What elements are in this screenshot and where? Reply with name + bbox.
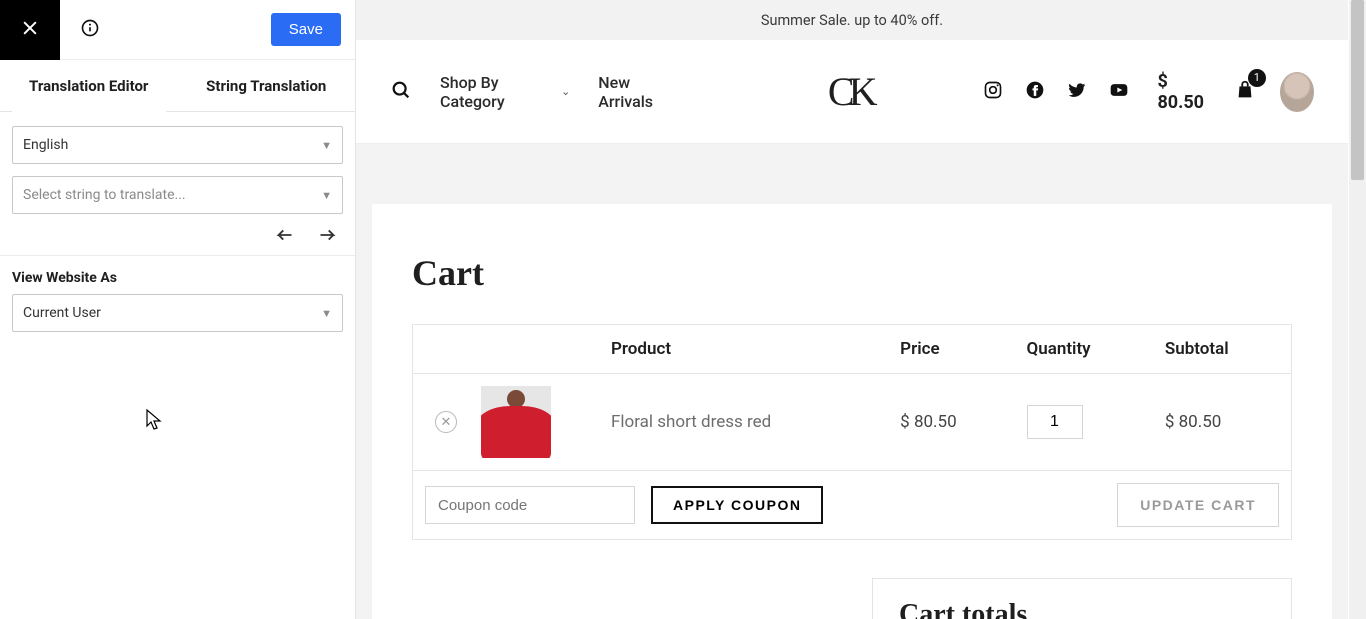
cart-button[interactable]: 1: [1234, 79, 1256, 105]
site-preview: Summer Sale. up to 40% off. Shop By Cate…: [356, 0, 1366, 619]
site-header: Shop By Category ⌄ New Arrivals CK $ 80.…: [356, 40, 1348, 144]
avatar[interactable]: [1280, 72, 1314, 112]
search-button[interactable]: [390, 79, 412, 104]
close-icon: [20, 18, 40, 42]
cart-badge: 1: [1248, 69, 1266, 87]
coupon-input[interactable]: [425, 486, 635, 524]
search-icon: [390, 89, 412, 104]
nav-new-arrivals[interactable]: New Arrivals: [598, 73, 680, 111]
quantity-input[interactable]: [1027, 405, 1083, 439]
bag-icon: [1234, 86, 1256, 105]
apply-coupon-button[interactable]: APPLY COUPON: [651, 486, 823, 524]
youtube-icon: [1109, 88, 1129, 103]
close-icon: ✕: [441, 414, 452, 430]
view-as-select[interactable]: Current User ▼: [12, 294, 343, 332]
col-product: Product: [599, 325, 888, 374]
page-title: Cart: [412, 252, 1292, 294]
tab-string-translation[interactable]: String Translation: [178, 60, 356, 111]
tab-label: String Translation: [206, 77, 326, 95]
info-button[interactable]: [60, 18, 120, 42]
chevron-down-icon: ⌄: [561, 85, 570, 98]
string-placeholder: Select string to translate...: [23, 187, 186, 203]
view-as-value: Current User: [23, 305, 101, 321]
undo-button[interactable]: [275, 226, 297, 247]
facebook-link[interactable]: [1025, 80, 1045, 103]
product-thumbnail[interactable]: [481, 386, 551, 458]
redo-button[interactable]: [315, 226, 337, 247]
update-cart-button[interactable]: UPDATE CART: [1117, 483, 1279, 527]
youtube-link[interactable]: [1109, 80, 1129, 103]
string-select[interactable]: Select string to translate... ▼: [12, 176, 343, 214]
twitter-link[interactable]: [1067, 80, 1087, 103]
chevron-down-icon: ▼: [321, 189, 332, 202]
view-as-label: View Website As: [0, 255, 355, 294]
tab-translation-editor[interactable]: Translation Editor: [0, 60, 178, 111]
cart-card: Cart Product Price Quantity Subtotal: [372, 204, 1332, 619]
instagram-link[interactable]: [983, 80, 1003, 103]
chevron-down-icon: ▼: [321, 307, 332, 320]
close-button[interactable]: [0, 0, 60, 60]
editor-sidebar: Save Translation Editor String Translati…: [0, 0, 356, 619]
undo-icon: [275, 232, 297, 247]
editor-topbar: Save: [0, 0, 355, 60]
promo-bar: Summer Sale. up to 40% off.: [356, 0, 1348, 40]
tab-label: Translation Editor: [29, 77, 148, 95]
cart-totals-title: Cart totals: [899, 599, 1265, 619]
item-subtotal: $ 80.50: [1153, 374, 1292, 471]
language-value: English: [23, 137, 68, 153]
editor-tabs: Translation Editor String Translation: [0, 60, 355, 112]
language-select[interactable]: English ▼: [12, 126, 343, 164]
product-name-link[interactable]: Floral short dress red: [611, 412, 771, 432]
scrollbar[interactable]: [1349, 0, 1366, 619]
col-quantity: Quantity: [1015, 325, 1153, 374]
cursor-icon: [146, 409, 162, 435]
nav-label: Shop By Category: [440, 73, 553, 111]
chevron-down-icon: ▼: [321, 139, 332, 152]
twitter-icon: [1067, 88, 1087, 103]
save-button[interactable]: Save: [271, 13, 341, 46]
redo-icon: [315, 232, 337, 247]
cart-totals-card: Cart totals: [872, 578, 1292, 619]
cart-table: Product Price Quantity Subtotal ✕ Floral…: [412, 324, 1292, 540]
info-icon: [80, 18, 100, 42]
scrollbar-thumb[interactable]: [1351, 0, 1364, 180]
nav-label: New Arrivals: [598, 73, 680, 111]
nav-shop-by-category[interactable]: Shop By Category ⌄: [440, 73, 570, 111]
header-cart-total: $ 80.50: [1157, 71, 1209, 113]
col-subtotal: Subtotal: [1153, 325, 1292, 374]
item-price: $ 80.50: [888, 374, 1014, 471]
col-price: Price: [888, 325, 1014, 374]
instagram-icon: [983, 88, 1003, 103]
promo-text: Summer Sale. up to 40% off.: [761, 12, 943, 29]
facebook-icon: [1025, 88, 1045, 103]
remove-item-button[interactable]: ✕: [435, 411, 457, 433]
table-row: ✕ Floral short dress red $ 80.50 $ 80.50: [413, 374, 1292, 471]
site-logo[interactable]: CK: [828, 68, 872, 115]
